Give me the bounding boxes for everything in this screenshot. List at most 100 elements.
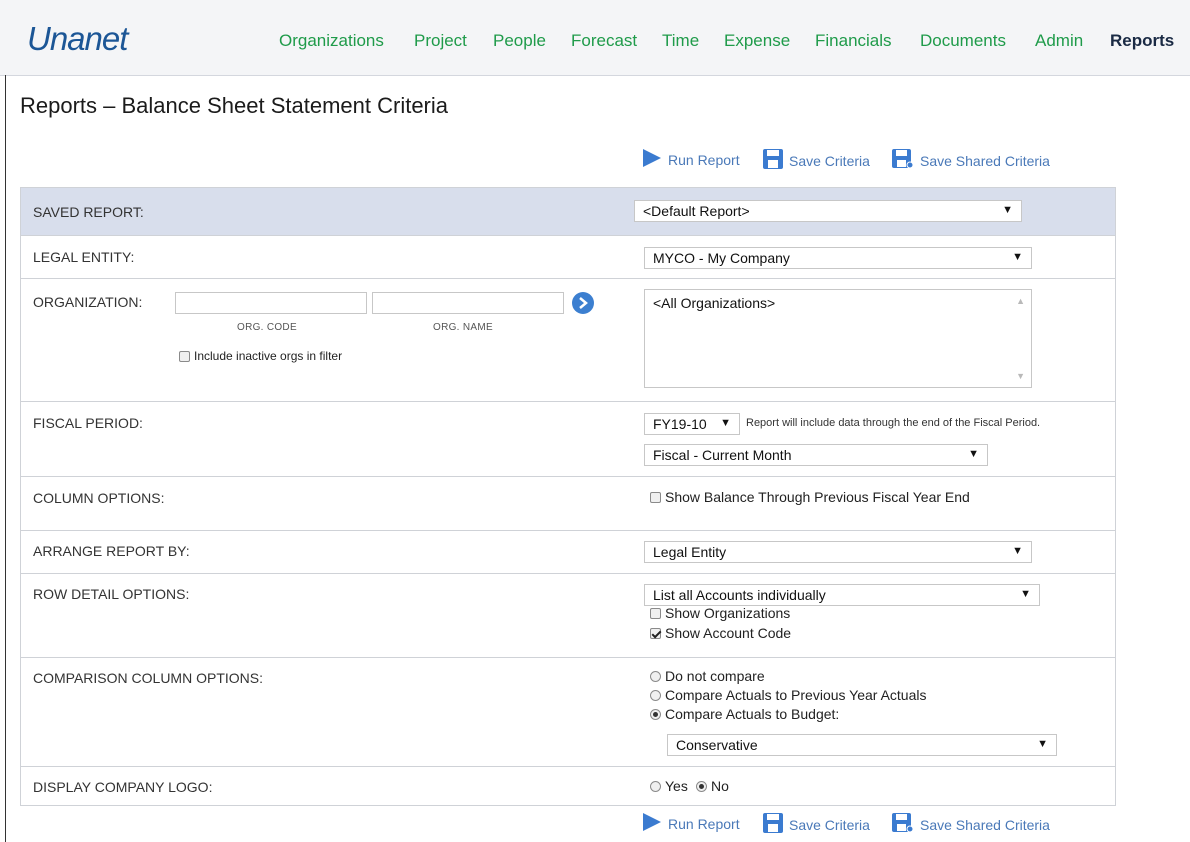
org-code-caption: ORG. CODE: [237, 322, 297, 333]
legal-entity-row: LEGAL ENTITY: MYCO - My Company ▼: [21, 236, 1115, 279]
scroll-down-icon[interactable]: ▼: [1016, 371, 1025, 381]
budget-value: Conservative: [676, 737, 758, 753]
arrange-by-select[interactable]: Legal Entity ▼: [644, 541, 1032, 563]
row-detail-label: ROW DETAIL OPTIONS:: [33, 586, 190, 602]
show-balance-label: Show Balance Through Previous Fiscal Yea…: [665, 489, 970, 505]
row-detail-row: ROW DETAIL OPTIONS: List all Accounts in…: [21, 574, 1115, 658]
show-account-code-checkbox[interactable]: [650, 627, 661, 639]
logo-yes-label: Yes: [665, 778, 688, 794]
nav-time[interactable]: Time: [662, 31, 699, 51]
nav-people[interactable]: People: [493, 31, 546, 51]
include-inactive-option: Include inactive orgs in filter: [179, 349, 342, 363]
play-icon: [642, 149, 662, 170]
saved-report-value: <Default Report>: [643, 203, 750, 219]
compare-none-label: Do not compare: [665, 668, 765, 684]
row-detail-value: List all Accounts individually: [653, 587, 826, 603]
caret-down-icon: ▼: [968, 448, 979, 460]
organization-row: ORGANIZATION: ORG. CODE ORG. NAME Includ…: [21, 279, 1115, 402]
org-code-input[interactable]: [175, 292, 367, 314]
caret-down-icon: ▼: [1020, 588, 1031, 600]
save-criteria-button[interactable]: Save Criteria: [763, 149, 870, 172]
include-inactive-checkbox[interactable]: [179, 350, 190, 362]
nav-organizations[interactable]: Organizations: [279, 31, 384, 51]
fiscal-range-select[interactable]: Fiscal - Current Month ▼: [644, 444, 988, 466]
save-shared-criteria-label: Save Shared Criteria: [920, 152, 1050, 169]
fiscal-period-value: FY19-10: [653, 416, 707, 432]
compare-budget-radio[interactable]: [650, 708, 661, 720]
show-organizations-label: Show Organizations: [665, 605, 791, 621]
arrow-right-icon: [579, 297, 588, 309]
legal-entity-select[interactable]: MYCO - My Company ▼: [644, 247, 1032, 269]
save-icon: [763, 149, 783, 172]
nav-admin[interactable]: Admin: [1035, 31, 1083, 51]
run-report-label: Run Report: [668, 151, 740, 168]
save-shared-icon: [892, 813, 914, 836]
caret-down-icon: ▼: [720, 417, 731, 429]
save-shared-criteria-label: Save Shared Criteria: [920, 816, 1050, 833]
compare-none-radio[interactable]: [650, 670, 661, 682]
save-criteria-button-bottom[interactable]: Save Criteria: [763, 813, 870, 836]
save-icon: [763, 813, 783, 836]
show-account-code-option: Show Account Code: [650, 625, 791, 641]
play-icon: [642, 813, 662, 834]
org-name-caption: ORG. NAME: [433, 322, 493, 333]
nav-documents[interactable]: Documents: [920, 31, 1006, 51]
save-shared-criteria-button[interactable]: Save Shared Criteria: [892, 149, 1050, 172]
company-logo-label: DISPLAY COMPANY LOGO:: [33, 779, 213, 795]
logo-no-option: No: [696, 778, 729, 794]
run-report-label: Run Report: [668, 815, 740, 832]
logo-yes-radio[interactable]: [650, 780, 661, 792]
logo-no-label: No: [711, 778, 729, 794]
compare-prev-year-label: Compare Actuals to Previous Year Actuals: [665, 687, 927, 703]
run-report-button[interactable]: Run Report: [642, 149, 740, 170]
show-balance-checkbox[interactable]: [650, 491, 661, 503]
logo-yes-option: Yes: [650, 778, 688, 794]
compare-budget-option: Compare Actuals to Budget:: [650, 706, 839, 722]
top-navigation-bar: Unanet Organizations Project People Fore…: [0, 0, 1190, 76]
column-options-row: COLUMN OPTIONS: Show Balance Through Pre…: [21, 477, 1115, 531]
caret-down-icon: ▼: [1002, 204, 1013, 216]
organization-label: ORGANIZATION:: [33, 294, 143, 310]
nav-forecast[interactable]: Forecast: [571, 31, 637, 51]
scroll-up-icon[interactable]: ▲: [1016, 296, 1025, 306]
comparison-row: COMPARISON COLUMN OPTIONS: Do not compar…: [21, 658, 1115, 767]
show-account-code-label: Show Account Code: [665, 625, 792, 641]
compare-none-option: Do not compare: [650, 668, 765, 684]
nav-financials[interactable]: Financials: [815, 31, 892, 51]
fiscal-period-row: FISCAL PERIOD: FY19-10 ▼ Report will inc…: [21, 402, 1115, 477]
fiscal-period-select[interactable]: FY19-10 ▼: [644, 413, 740, 435]
nav-expense[interactable]: Expense: [724, 31, 790, 51]
save-shared-criteria-button-bottom[interactable]: Save Shared Criteria: [892, 813, 1050, 836]
saved-report-label: SAVED REPORT:: [33, 204, 144, 220]
comparison-label: COMPARISON COLUMN OPTIONS:: [33, 670, 263, 686]
fiscal-period-label: FISCAL PERIOD:: [33, 415, 143, 431]
show-organizations-checkbox[interactable]: [650, 607, 661, 619]
caret-down-icon: ▼: [1012, 251, 1023, 263]
compare-prev-year-radio[interactable]: [650, 689, 661, 701]
compare-budget-label: Compare Actuals to Budget:: [665, 706, 840, 722]
nav-reports[interactable]: Reports: [1110, 31, 1174, 51]
run-report-button-bottom[interactable]: Run Report: [642, 813, 740, 834]
organization-listbox[interactable]: <All Organizations> ▲ ▼: [644, 289, 1032, 388]
compare-prev-year-option: Compare Actuals to Previous Year Actuals: [650, 687, 926, 703]
row-detail-select[interactable]: List all Accounts individually ▼: [644, 584, 1040, 606]
nav-project[interactable]: Project: [414, 31, 467, 51]
criteria-form: SAVED REPORT: <Default Report> ▼ LEGAL E…: [20, 187, 1116, 806]
logo-no-radio[interactable]: [696, 780, 707, 792]
org-search-button[interactable]: [572, 292, 594, 314]
save-criteria-label: Save Criteria: [789, 152, 870, 169]
organization-list-item[interactable]: <All Organizations>: [653, 295, 775, 311]
arrange-by-value: Legal Entity: [653, 544, 727, 560]
fiscal-range-value: Fiscal - Current Month: [653, 447, 792, 463]
unanet-logo[interactable]: Unanet: [27, 20, 128, 58]
save-criteria-label: Save Criteria: [789, 816, 870, 833]
org-name-input[interactable]: [372, 292, 564, 314]
include-inactive-label: Include inactive orgs in filter: [194, 349, 343, 363]
column-options-label: COLUMN OPTIONS:: [33, 490, 165, 506]
budget-select[interactable]: Conservative ▼: [667, 734, 1057, 756]
company-logo-row: DISPLAY COMPANY LOGO: Yes No: [21, 767, 1115, 805]
arrange-by-row: ARRANGE REPORT BY: Legal Entity ▼: [21, 531, 1115, 574]
caret-down-icon: ▼: [1012, 545, 1023, 557]
arrange-by-label: ARRANGE REPORT BY:: [33, 543, 190, 559]
saved-report-select[interactable]: <Default Report> ▼: [634, 200, 1022, 222]
